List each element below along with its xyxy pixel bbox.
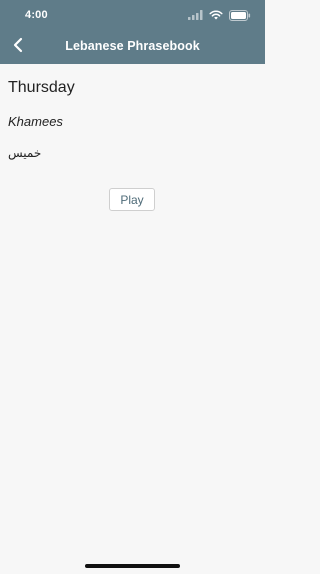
home-indicator[interactable] — [85, 564, 180, 568]
app-header: 4:00 Lebanese Phrasebook — [0, 0, 265, 64]
status-bar: 4:00 — [0, 0, 265, 30]
status-time: 4:00 — [25, 9, 48, 21]
page-title: Lebanese Phrasebook — [65, 39, 200, 53]
phrase-transliteration: Khamees — [8, 114, 63, 129]
phrase-detail-screen: 4:00 Lebanese Phrasebook Thursday Khamee… — [0, 0, 265, 574]
phrase-english: Thursday — [8, 79, 75, 96]
phrase-arabic: خميس — [8, 146, 42, 160]
play-button[interactable]: Play — [109, 188, 155, 211]
status-icons — [188, 9, 251, 21]
battery-icon — [229, 9, 251, 21]
wifi-icon — [209, 10, 223, 20]
signal-icon — [188, 10, 203, 20]
navigation-bar: Lebanese Phrasebook — [0, 30, 265, 64]
